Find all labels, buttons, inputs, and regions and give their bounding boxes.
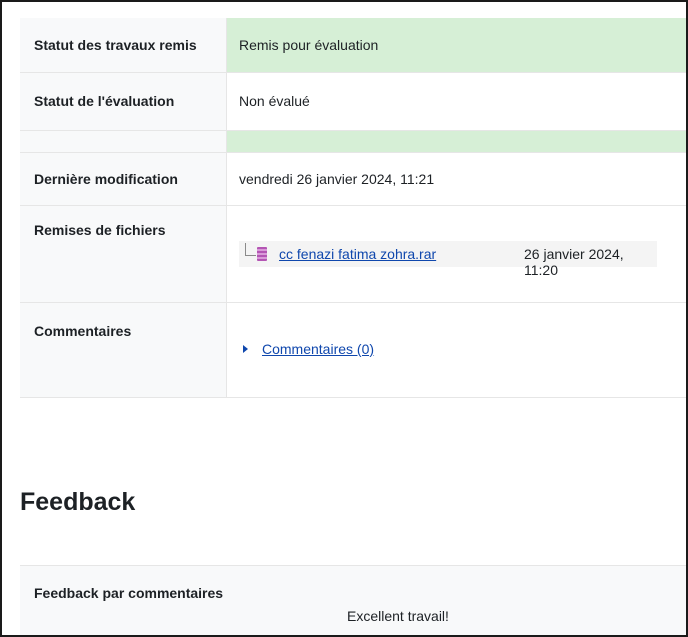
comments-value: Commentaires (0) [227, 303, 686, 397]
comments-toggle[interactable]: Commentaires (0) [239, 341, 686, 357]
status-label: Statut des travaux remis [20, 18, 227, 72]
file-entry: cc fenazi fatima zohra.rar 26 janvier 20… [239, 241, 657, 278]
comments-label: Commentaires [20, 303, 227, 397]
files-label: Remises de fichiers [20, 206, 227, 302]
tree-branch-icon [245, 243, 256, 256]
status-value: Remis pour évaluation [227, 18, 686, 72]
file-date: 26 janvier 2024, 11:20 [524, 246, 624, 278]
grading-row: Statut de l'évaluation Non évalué [20, 73, 686, 131]
spacer-value [227, 131, 686, 152]
feedback-row: Feedback par commentaires Excellent trav… [20, 565, 686, 635]
file-link[interactable]: cc fenazi fatima zohra.rar [279, 246, 436, 262]
comments-link[interactable]: Commentaires (0) [262, 341, 374, 357]
status-row: Statut des travaux remis Remis pour éval… [20, 18, 686, 73]
modified-label: Dernière modification [20, 153, 227, 205]
comments-row: Commentaires Commentaires (0) [20, 303, 686, 398]
archive-file-icon [257, 247, 267, 261]
submission-status-panel: Statut des travaux remis Remis pour éval… [0, 0, 688, 637]
spacer-row [20, 131, 686, 153]
files-row: Remises de fichiers cc fenazi fatima zoh… [20, 206, 686, 303]
feedback-comments-label: Feedback par commentaires [34, 585, 224, 601]
grading-value: Non évalué [239, 93, 310, 109]
modified-value: vendredi 26 janvier 2024, 11:21 [239, 171, 435, 187]
feedback-heading: Feedback [20, 488, 136, 516]
spacer-label [20, 131, 227, 152]
feedback-comments-value: Excellent travail! [347, 608, 449, 624]
grading-label: Statut de l'évaluation [20, 73, 227, 130]
caret-right-icon[interactable] [243, 345, 248, 353]
modified-row: Dernière modification vendredi 26 janvie… [20, 153, 686, 206]
submission-status-table: Statut des travaux remis Remis pour éval… [20, 18, 686, 398]
files-value: cc fenazi fatima zohra.rar 26 janvier 20… [227, 206, 686, 302]
